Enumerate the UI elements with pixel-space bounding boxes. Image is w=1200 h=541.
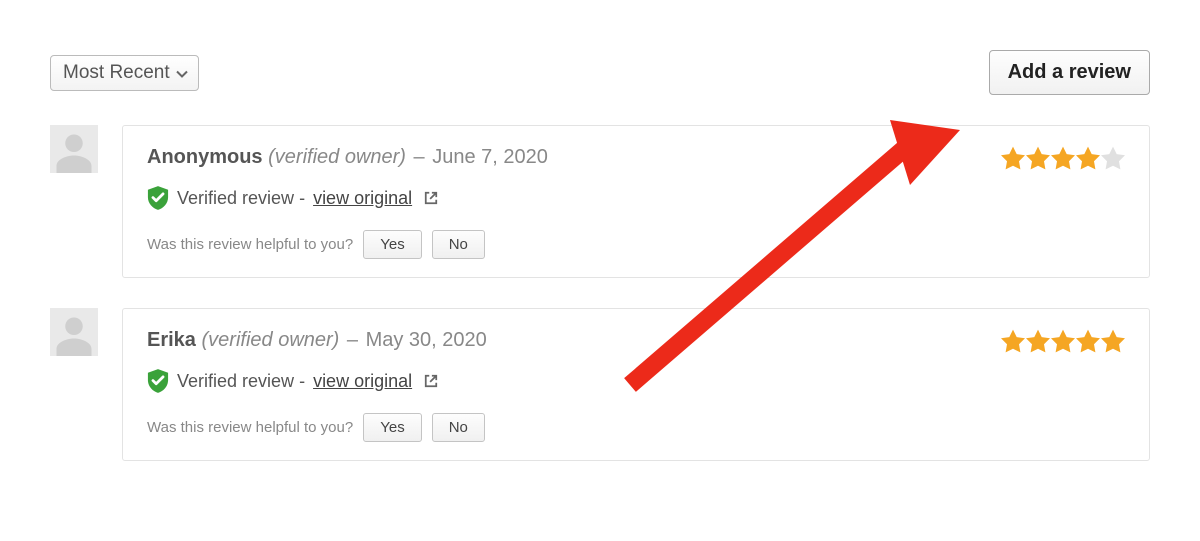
review-author: Anonymous: [147, 146, 263, 168]
review-author: Erika: [147, 329, 196, 351]
review-meta: Anonymous (verified owner) – June 7, 202…: [147, 146, 548, 169]
review-head: Anonymous (verified owner) – June 7, 202…: [147, 146, 1125, 170]
view-original-link[interactable]: view original: [313, 188, 412, 209]
verified-owner-label: (verified owner): [268, 146, 406, 168]
review-row: Erika (verified owner) – May 30, 2020 Ve…: [50, 308, 1150, 461]
avatar: [50, 125, 98, 173]
review-meta: Erika (verified owner) – May 30, 2020: [147, 329, 487, 352]
external-link-icon: [420, 188, 438, 209]
helpful-no-button[interactable]: No: [432, 413, 485, 442]
shield-check-icon: [147, 186, 169, 210]
sort-dropdown[interactable]: Most Recent: [50, 55, 199, 91]
helpful-row: Was this review helpful to you? Yes No: [147, 413, 1125, 442]
review-card: Anonymous (verified owner) – June 7, 202…: [122, 125, 1150, 278]
helpful-yes-button[interactable]: Yes: [363, 230, 421, 259]
sort-dropdown-label: Most Recent: [63, 62, 170, 84]
review-card: Erika (verified owner) – May 30, 2020 Ve…: [122, 308, 1150, 461]
view-original-link[interactable]: view original: [313, 371, 412, 392]
review-date: June 7, 2020: [432, 146, 548, 168]
shield-check-icon: [147, 369, 169, 393]
star-rating: [1001, 146, 1125, 170]
avatar: [50, 308, 98, 356]
helpful-yes-button[interactable]: Yes: [363, 413, 421, 442]
verified-review-text: Verified review -: [177, 371, 305, 392]
verified-owner-label: (verified owner): [202, 329, 340, 351]
review-date: May 30, 2020: [366, 329, 487, 351]
star-rating: [1001, 329, 1125, 353]
helpful-prompt: Was this review helpful to you?: [147, 236, 353, 253]
helpful-no-button[interactable]: No: [432, 230, 485, 259]
verified-row: Verified review - view original: [147, 369, 1125, 393]
external-link-icon: [420, 371, 438, 392]
review-row: Anonymous (verified owner) – June 7, 202…: [50, 125, 1150, 278]
verified-review-text: Verified review -: [177, 188, 305, 209]
helpful-row: Was this review helpful to you? Yes No: [147, 230, 1125, 259]
review-head: Erika (verified owner) – May 30, 2020: [147, 329, 1125, 353]
add-review-button[interactable]: Add a review: [989, 50, 1150, 95]
dash-separator: –: [412, 146, 427, 168]
verified-row: Verified review - view original: [147, 186, 1125, 210]
helpful-prompt: Was this review helpful to you?: [147, 419, 353, 436]
chevron-down-icon: [176, 65, 188, 81]
dash-separator: –: [345, 329, 360, 351]
reviews-header: Most Recent Add a review: [50, 50, 1150, 95]
